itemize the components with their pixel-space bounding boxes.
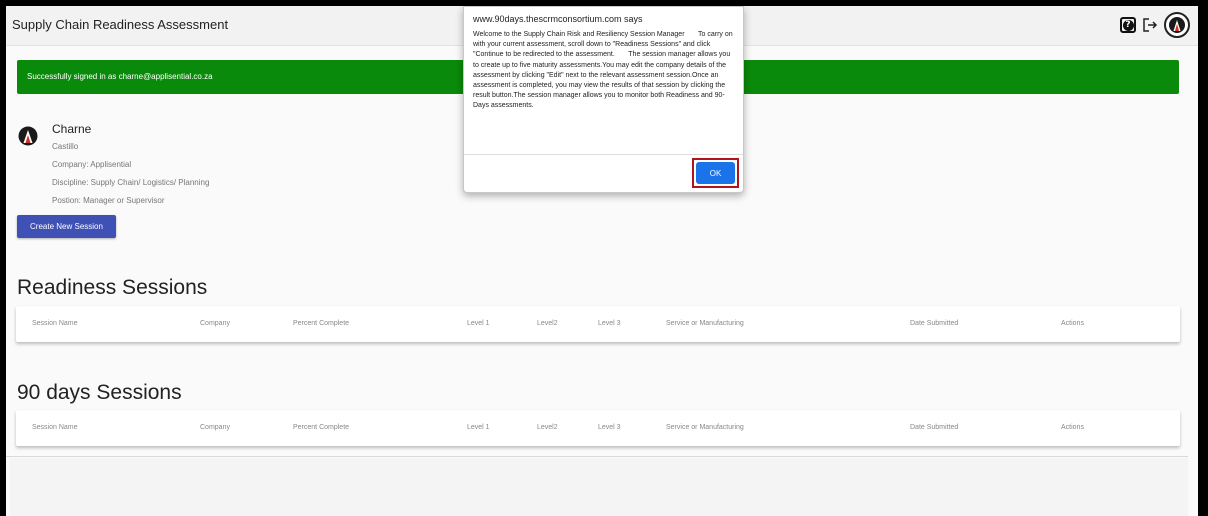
user-company: Company: Applisential bbox=[52, 160, 132, 169]
column-header[interactable]: Percent Complete bbox=[293, 424, 349, 431]
readiness-sessions-table: Session Name Company Percent Complete Le… bbox=[16, 306, 1180, 342]
create-new-session-button[interactable]: Create New Session bbox=[17, 215, 116, 238]
column-header[interactable]: Actions bbox=[1061, 424, 1084, 431]
column-header[interactable]: Company bbox=[200, 320, 230, 327]
readiness-sessions-title: Readiness Sessions bbox=[17, 276, 208, 299]
help-icon[interactable]: ? bbox=[1120, 17, 1136, 33]
footer-area bbox=[10, 458, 1188, 516]
app-window: Supply Chain Readiness Assessment ? Succ… bbox=[6, 6, 1198, 516]
help-glyph: ? bbox=[1122, 19, 1134, 31]
column-header[interactable]: Company bbox=[200, 424, 230, 431]
alert-dialog: www.90days.thescrmconsortium.com says We… bbox=[463, 6, 744, 193]
user-surname: Castillo bbox=[52, 142, 79, 151]
ninety-days-sessions-table: Session Name Company Percent Complete Le… bbox=[16, 410, 1180, 446]
app-title: Supply Chain Readiness Assessment bbox=[12, 17, 229, 32]
column-header[interactable]: Date Submitted bbox=[910, 424, 958, 431]
user-name: Charne bbox=[52, 122, 92, 136]
profile-avatar-icon[interactable] bbox=[1164, 12, 1190, 38]
column-header[interactable]: Level2 bbox=[537, 424, 558, 431]
success-message: Successfully signed in as charne@applise… bbox=[27, 72, 213, 81]
column-header[interactable]: Percent Complete bbox=[293, 320, 349, 327]
dialog-message: Welcome to the Supply Chain Risk and Res… bbox=[473, 31, 735, 110]
divider bbox=[6, 456, 1188, 457]
header-actions: ? bbox=[1120, 12, 1190, 38]
column-header[interactable]: Date Submitted bbox=[910, 320, 958, 327]
column-header[interactable]: Level 3 bbox=[598, 424, 621, 431]
column-header[interactable]: Service or Manufacturing bbox=[666, 320, 744, 327]
user-discipline: Discipline: Supply Chain/ Logistics/ Pla… bbox=[52, 178, 210, 187]
column-header[interactable]: Actions bbox=[1061, 320, 1084, 327]
user-position: Postion: Manager or Supervisor bbox=[52, 196, 165, 205]
dialog-origin: www.90days.thescrmconsortium.com says bbox=[473, 14, 643, 24]
column-header[interactable]: Level 3 bbox=[598, 320, 621, 327]
ok-button[interactable]: OK bbox=[696, 162, 735, 184]
logout-icon[interactable] bbox=[1142, 17, 1158, 33]
column-header[interactable]: Level 1 bbox=[467, 424, 490, 431]
user-avatar-icon bbox=[18, 126, 38, 146]
column-header[interactable]: Session Name bbox=[32, 424, 78, 431]
column-header[interactable]: Level 1 bbox=[467, 320, 490, 327]
dialog-divider bbox=[464, 154, 743, 155]
column-header[interactable]: Service or Manufacturing bbox=[666, 424, 744, 431]
ok-button-highlight: OK bbox=[692, 158, 739, 188]
column-header[interactable]: Session Name bbox=[32, 320, 78, 327]
column-header[interactable]: Level2 bbox=[537, 320, 558, 327]
ninety-days-sessions-title: 90 days Sessions bbox=[17, 381, 182, 404]
